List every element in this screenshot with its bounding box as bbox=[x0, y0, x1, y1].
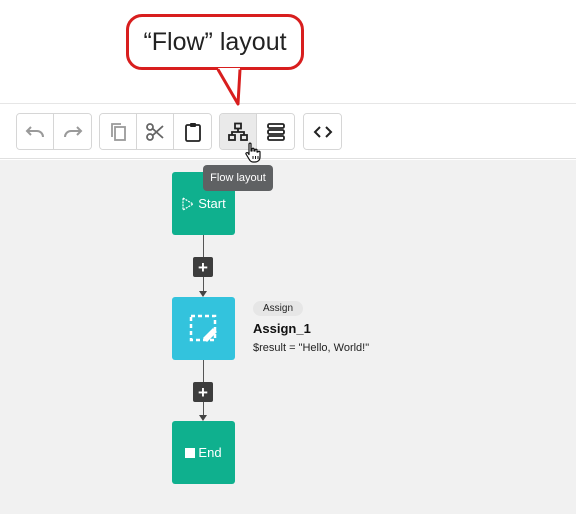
hand-cursor-icon bbox=[245, 142, 261, 163]
callout-tail bbox=[216, 68, 242, 106]
